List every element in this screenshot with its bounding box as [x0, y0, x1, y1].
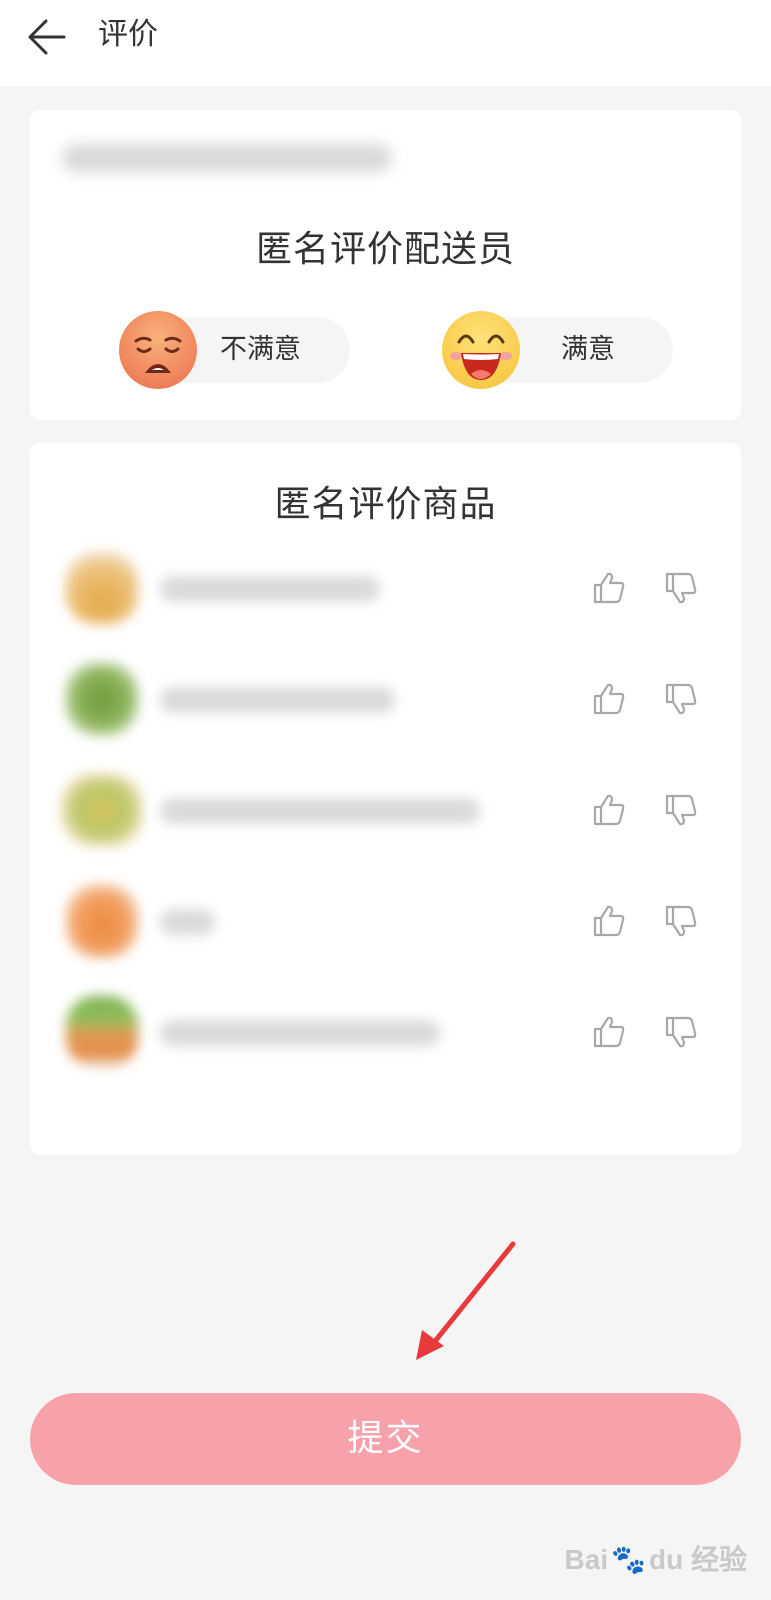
- blurred-product-image: [66, 663, 138, 735]
- satisfied-button[interactable]: 满意: [442, 311, 673, 389]
- page-title: 评价: [98, 17, 158, 52]
- thumbs-up-icon[interactable]: [590, 569, 628, 607]
- thumbs-up-icon[interactable]: [590, 791, 628, 829]
- product-row: [30, 760, 741, 860]
- product-row: [30, 538, 741, 638]
- arrow-left-icon: [28, 19, 66, 55]
- courier-section-title: 匿名评价配送员: [255, 229, 515, 270]
- blurred-product-image: [66, 885, 138, 957]
- blurred-product-name: [160, 576, 380, 602]
- baidu-watermark: Bai 🐾 du 经验: [565, 1538, 747, 1578]
- thumbs-down-icon[interactable]: [662, 902, 700, 940]
- satisfied-label: 满意: [561, 334, 615, 365]
- watermark-text: Bai: [564, 1544, 609, 1575]
- evaluation-page: 评价 匿名评价配送员 不满意 满意 匿名评价商品 提交 Bai 🐾 du 经验: [0, 0, 771, 1600]
- watermark-text-2: du: [648, 1544, 684, 1575]
- top-bar: 评价: [0, 0, 771, 86]
- thumbs-down-icon[interactable]: [662, 569, 700, 607]
- thumbs-down-icon[interactable]: [662, 1013, 700, 1051]
- thumbs-up-icon[interactable]: [590, 902, 628, 940]
- submit-button[interactable]: 提交: [30, 1393, 741, 1485]
- blurred-product-name: [160, 1020, 440, 1046]
- thumbs-down-icon[interactable]: [662, 680, 700, 718]
- blurred-product-image: [62, 774, 142, 846]
- thumbs-up-icon[interactable]: [590, 1013, 628, 1051]
- sad-face-icon: [119, 311, 197, 389]
- products-section-title: 匿名评价商品: [274, 484, 497, 525]
- unsatisfied-button[interactable]: 不满意: [119, 311, 350, 389]
- blurred-store-name: [62, 144, 392, 172]
- product-row: [30, 871, 741, 971]
- blurred-product-name: [160, 798, 480, 824]
- watermark-text-3: 经验: [690, 1544, 747, 1575]
- blurred-product-name: [160, 687, 395, 713]
- blurred-product-image: [66, 996, 138, 1068]
- blurred-product-name: [160, 909, 215, 935]
- thumbs-down-icon[interactable]: [662, 791, 700, 829]
- courier-rating-card: 匿名评价配送员 不满意 满意: [30, 110, 741, 420]
- product-row: [30, 649, 741, 749]
- unsatisfied-label: 不满意: [220, 334, 301, 365]
- product-row: [30, 982, 741, 1082]
- thumbs-up-icon[interactable]: [590, 680, 628, 718]
- back-button[interactable]: [24, 13, 72, 61]
- paw-icon: 🐾: [611, 1544, 646, 1575]
- products-rating-card: 匿名评价商品: [30, 443, 741, 1155]
- blurred-product-image: [66, 552, 138, 624]
- annotation-arrow: [416, 1241, 516, 1360]
- happy-face-icon: [442, 311, 520, 389]
